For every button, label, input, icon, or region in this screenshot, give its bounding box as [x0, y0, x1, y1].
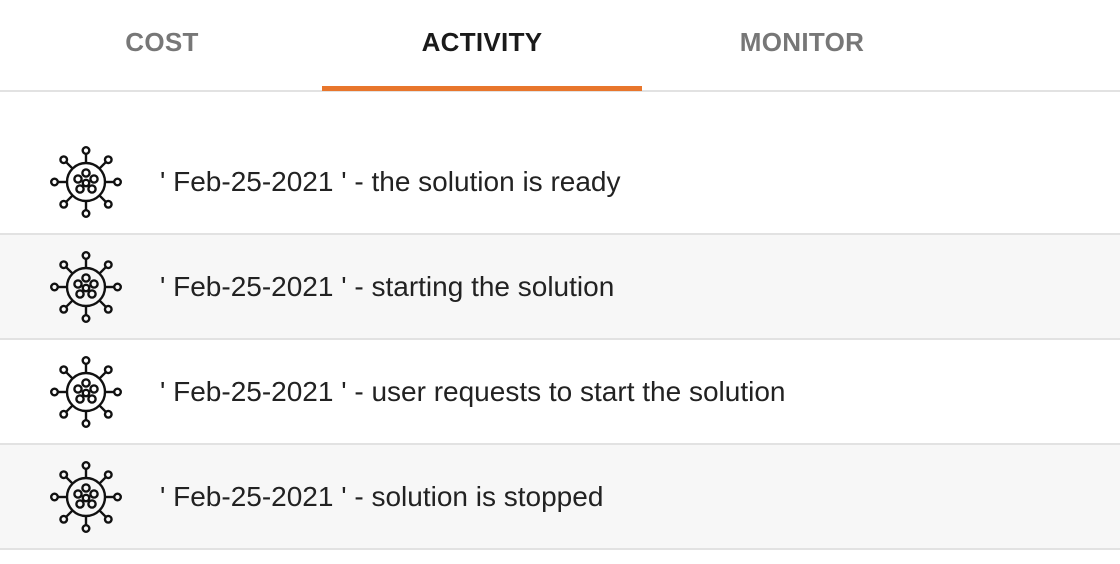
activity-text: ' Feb-25-2021 ' - user requests to start…: [160, 375, 786, 407]
tab-cost[interactable]: COST: [2, 0, 322, 90]
tab-monitor[interactable]: MONITOR: [642, 0, 962, 90]
active-tab-indicator: [322, 86, 642, 91]
activity-row: ' Feb-25-2021 ' - starting the solution: [0, 235, 1120, 340]
tab-activity[interactable]: ACTIVITY: [322, 0, 642, 90]
virus-icon: [50, 355, 122, 428]
virus-icon: [50, 250, 122, 323]
virus-icon: [50, 460, 122, 533]
tab-bar: COST ACTIVITY MONITOR: [0, 0, 1120, 92]
activity-text: ' Feb-25-2021 ' - the solution is ready: [160, 166, 621, 197]
activity-text: ' Feb-25-2021 ' - solution is stopped: [160, 480, 604, 512]
activity-text: ' Feb-25-2021 ' - starting the solution: [160, 270, 615, 302]
virus-icon: [50, 146, 122, 218]
activity-row: ' Feb-25-2021 ' - user requests to start…: [0, 340, 1120, 445]
activity-row: ' Feb-25-2021 ' - the solution is ready: [0, 131, 1120, 235]
activity-row: ' Feb-25-2021 ' - solution is stopped: [0, 445, 1120, 550]
activity-list: ' Feb-25-2021 ' - the solution is ready …: [0, 131, 1120, 550]
